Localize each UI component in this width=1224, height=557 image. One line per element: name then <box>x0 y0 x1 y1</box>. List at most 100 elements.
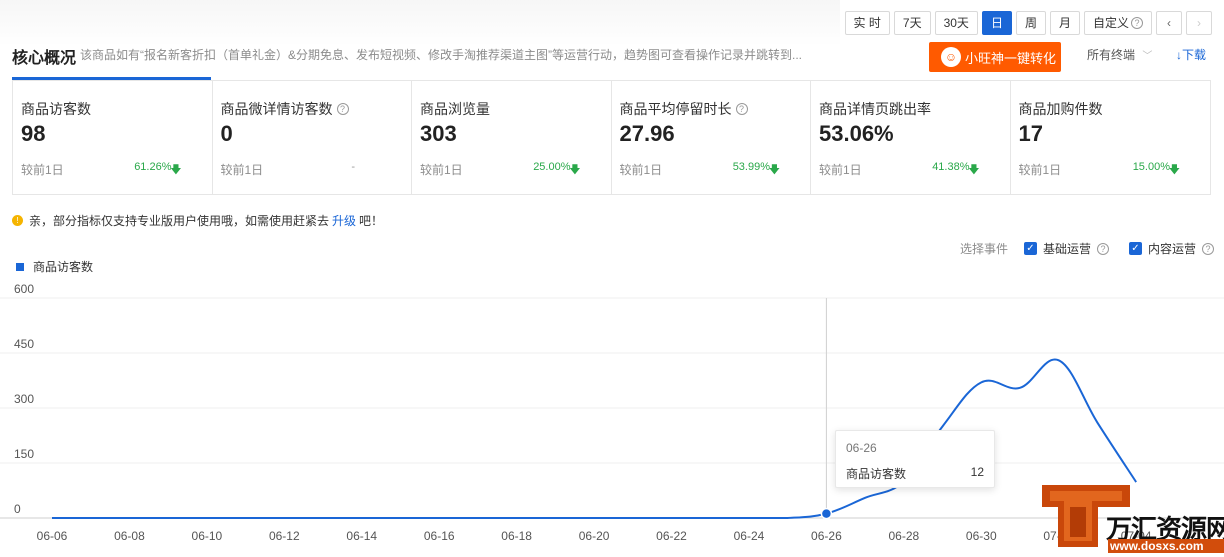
upgrade-notice: ! 亲，部分指标仅支持专业版用户使用哦，如需使用赶紧去 升级 吧！ <box>12 212 383 229</box>
range-custom-label: 自定义 <box>1092 16 1129 30</box>
upgrade-link[interactable]: 升级 <box>332 212 356 229</box>
metric-cards: 商品访客数 98 较前1日 61.26% 🡇 商品微详情访客数? 0 较前1日 … <box>12 80 1211 195</box>
range-week-button[interactable]: 周 <box>1015 11 1046 35</box>
metric-change-pct: 25.00% <box>533 161 571 173</box>
metric-card-avg-stay[interactable]: 商品平均停留时长? 27.96 较前1日 53.99% 🡇 <box>612 81 811 194</box>
watermark-url: www.dosxs.com <box>1108 539 1224 553</box>
highlight-point <box>820 507 833 520</box>
arrow-down-icon: 🡇 <box>968 164 980 176</box>
x-tick-label: 06-06 <box>37 529 68 543</box>
legend-swatch <box>16 262 24 271</box>
range-day-button[interactable]: 日 <box>981 11 1012 35</box>
overview-header: 核心概况 该商品如有“报名新客折扣（首单礼金）&分期免息、发布短视频、修改手淘推… <box>0 40 1224 78</box>
chart-legend: 商品访客数 <box>16 258 93 275</box>
chart-tooltip: 06-26 商品访客数 12 <box>835 430 995 488</box>
y-tick-label: 300 <box>14 392 34 406</box>
metric-card-visitors[interactable]: 商品访客数 98 较前1日 61.26% 🡇 <box>13 81 213 194</box>
terminal-select[interactable]: 所有终端 ﹀ <box>1087 46 1152 63</box>
metric-card-pageviews[interactable]: 商品浏览量 303 较前1日 25.00% 🡇 <box>412 81 612 194</box>
range-custom-button[interactable]: 自定义 ? <box>1083 11 1152 35</box>
notice-text-end: 吧！ <box>359 214 384 228</box>
arrow-down-icon: 🡇 <box>569 164 581 176</box>
metric-card-add-to-cart[interactable]: 商品加购件数 17 较前1日 15.00% 🡇 <box>1011 81 1211 194</box>
x-tick-label: 06-30 <box>966 529 997 543</box>
x-tick-label: 06-26 <box>811 529 842 543</box>
terminal-select-value: 所有终端 <box>1087 48 1136 62</box>
help-icon[interactable]: ? <box>1096 242 1109 255</box>
metric-compare-label: 较前1日 <box>420 163 463 177</box>
metric-value: 0 <box>220 121 233 146</box>
tooltip-date: 06-26 <box>846 441 877 455</box>
help-icon[interactable]: ? <box>336 103 349 115</box>
metric-compare-label: 较前1日 <box>619 163 663 177</box>
metric-change-pct: 41.38% <box>932 161 970 173</box>
metric-value: 27.96 <box>619 121 675 146</box>
metric-label: 商品平均停留时长? <box>620 99 748 119</box>
x-tick-label: 06-20 <box>579 529 610 543</box>
event-selector-label: 选择事件 <box>959 242 1008 256</box>
x-tick-label: 06-10 <box>192 529 223 543</box>
promo-label: 小旺神一键转化 <box>965 50 1057 66</box>
metric-change-pct: 61.26% <box>134 161 172 173</box>
help-icon[interactable]: ? <box>735 103 748 115</box>
metric-value: 303 <box>420 121 457 146</box>
time-range-selector: 实 时 7天 30天 日 周 月 自定义 ? ‹ › <box>844 11 1212 35</box>
x-tick-label: 06-24 <box>734 529 765 543</box>
watermark: 万汇资源网 www.dosxs.com <box>1038 483 1224 557</box>
header-description: 该商品如有“报名新客折扣（首单礼金）&分期免息、发布短视频、修改手淘推荐渠道主图… <box>80 48 803 62</box>
metric-compare-label: 较前1日 <box>819 163 862 177</box>
checkbox-content-ops[interactable]: ✓ <box>1128 242 1142 255</box>
notice-text: 亲，部分指标仅支持专业版用户使用哦，如需使用赶紧去 <box>29 214 330 228</box>
metric-change-pct: 53.99% <box>732 161 770 173</box>
metric-card-bounce-rate[interactable]: 商品详情页跳出率 53.06% 较前1日 41.38% 🡇 <box>811 81 1011 194</box>
metric-label: 商品微详情访客数? <box>221 99 349 119</box>
metric-label: 商品访客数 <box>21 101 91 117</box>
metric-value: 53.06% <box>819 121 894 146</box>
y-tick-label: 0 <box>14 502 21 516</box>
y-tick-label: 450 <box>14 337 34 351</box>
metric-label: 商品详情页跳出率 <box>819 101 931 117</box>
next-date-button[interactable]: › <box>1186 11 1212 35</box>
metric-value: 98 <box>21 121 46 146</box>
wangwang-icon: ☺ <box>941 47 961 67</box>
x-tick-label: 06-22 <box>656 529 687 543</box>
metric-compare-label: 较前1日 <box>220 163 264 177</box>
y-tick-label: 600 <box>14 282 34 296</box>
metric-compare-label: 较前1日 <box>21 163 64 177</box>
y-tick-label: 150 <box>14 447 34 461</box>
arrow-down-icon: 🡇 <box>768 164 780 176</box>
x-tick-label: 06-16 <box>424 529 455 543</box>
help-icon: ? <box>1131 17 1143 29</box>
download-link[interactable]: ↓下载 <box>1176 46 1206 63</box>
chevron-down-icon: ﹀ <box>1142 51 1153 62</box>
range-month-button[interactable]: 月 <box>1049 11 1080 35</box>
metric-card-micro-detail-visitors[interactable]: 商品微详情访客数? 0 较前1日 - <box>213 81 412 194</box>
prev-date-button[interactable]: ‹ <box>1156 11 1182 35</box>
arrow-down-icon: 🡇 <box>170 164 182 176</box>
metric-compare-label: 较前1日 <box>1018 163 1062 177</box>
tooltip-value: 12 <box>970 465 984 479</box>
x-tick-label: 06-14 <box>346 529 377 543</box>
range-30days-button[interactable]: 30天 <box>934 11 978 35</box>
range-realtime-button[interactable]: 实 时 <box>844 11 890 35</box>
metric-label: 商品加购件数 <box>1018 101 1103 117</box>
promo-convert-button[interactable]: ☺ 小旺神一键转化 <box>929 42 1061 72</box>
metric-change-pct: 15.00% <box>1132 161 1170 173</box>
help-icon[interactable]: ? <box>1202 242 1214 255</box>
x-tick-label: 06-08 <box>114 529 145 543</box>
tooltip-series-name: 商品访客数 <box>846 467 907 481</box>
page-title: 核心概况 <box>12 50 77 67</box>
checkbox-basic-ops[interactable]: ✓ <box>1023 242 1037 255</box>
range-7days-button[interactable]: 7天 <box>893 11 931 35</box>
event-selector: 选择事件 ✓ 基础运营 ? ✓ 内容运营 ? <box>960 240 1214 257</box>
x-tick-label: 06-18 <box>501 529 532 543</box>
metric-change-pct: - <box>351 161 355 173</box>
info-icon: ! <box>12 215 23 226</box>
event-option-label: 内容运营 <box>1147 242 1196 256</box>
arrow-down-icon: 🡇 <box>1168 164 1180 176</box>
event-option-label: 基础运营 <box>1042 242 1091 256</box>
x-tick-label: 06-12 <box>269 529 300 543</box>
metric-label: 商品浏览量 <box>420 101 490 117</box>
legend-label[interactable]: 商品访客数 <box>33 258 93 275</box>
metric-value: 17 <box>1018 121 1043 146</box>
